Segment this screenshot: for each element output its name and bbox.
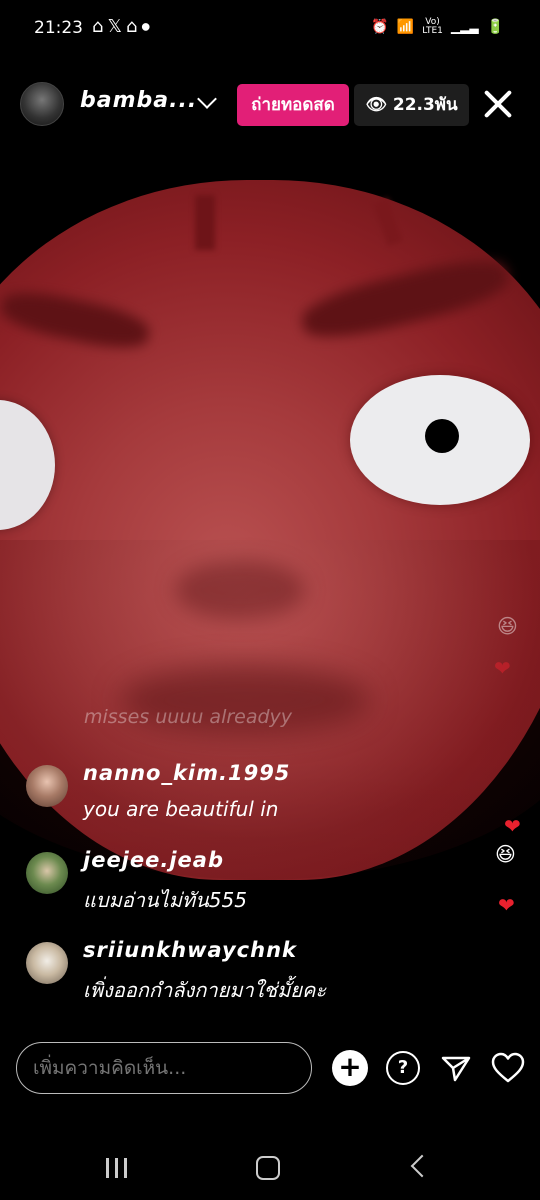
battery-charging-icon: 🔋 [486, 19, 504, 35]
chevron-down-icon[interactable] [197, 89, 217, 109]
wifi-icon: 📶 [396, 19, 415, 35]
home-icon: ⌂ [92, 16, 108, 37]
close-icon[interactable] [482, 88, 514, 120]
heart-icon: ❤ [504, 814, 521, 838]
comment-text: แบมอ่านไม่ทัน555 [83, 888, 247, 912]
laughing-emoji-icon: 😆 [495, 842, 516, 866]
viewer-count-badge[interactable]: 👁 22.3พัน [354, 84, 469, 126]
comment-username[interactable]: jeejee.jeab [83, 848, 224, 872]
system-icons: ⏰ 📶 Vo) LTE1 ▁▂▃ 🔋 [371, 18, 504, 36]
live-badge: ถ่ายทอดสด [237, 84, 349, 126]
system-nav-bar [0, 1140, 540, 1200]
comment-username[interactable]: sriiunkhwaychnk [83, 938, 297, 962]
avatar[interactable] [26, 852, 68, 894]
back-icon[interactable] [410, 1154, 434, 1178]
laughing-emoji-icon: 😆 [497, 614, 518, 638]
heart-icon: ❤ [498, 893, 515, 917]
home-button-icon[interactable] [256, 1156, 280, 1180]
question-icon[interactable]: ? [386, 1051, 420, 1085]
recent-apps-icon[interactable] [104, 1156, 130, 1180]
notification-icons: ⌂𝕏⌂● [92, 16, 154, 37]
bottom-bar: + ? [0, 1042, 540, 1098]
host-avatar[interactable] [20, 82, 64, 126]
comment-username[interactable]: nanno_kim.1995 [83, 761, 290, 785]
home-icon: ⌂ [125, 16, 142, 37]
x-icon: 𝕏 [107, 16, 126, 37]
volte-lte-icon: Vo) LTE1 [422, 17, 443, 36]
comment-item: nanno_kim.1995 you are beautiful in [26, 761, 486, 845]
heart-outline-icon[interactable] [490, 1050, 526, 1086]
comment-text: you are beautiful in [83, 797, 279, 821]
faded-comment: misses uuuu alreadyy [84, 706, 293, 728]
comment-input[interactable] [16, 1042, 312, 1094]
send-icon[interactable] [438, 1050, 474, 1086]
comment-text: เพิ่งออกกำลังกายมาใช่มั้ยคะ [83, 978, 327, 1002]
eye-icon: 👁 [365, 95, 387, 115]
comment-item: sriiunkhwaychnk เพิ่งออกกำลังกายมาใช่มั้… [26, 938, 486, 1022]
host-username[interactable]: bamba... [80, 88, 197, 113]
viewer-count: 22.3พัน [392, 95, 458, 115]
alarm-icon: ⏰ [371, 19, 389, 35]
avatar[interactable] [26, 765, 68, 807]
status-bar: 21:23 ⌂𝕏⌂● ⏰ 📶 Vo) LTE1 ▁▂▃ 🔋 [0, 0, 540, 58]
live-header: bamba... ถ่ายทอดสด 👁 22.3พัน [0, 82, 540, 128]
add-icon[interactable]: + [332, 1050, 368, 1086]
status-time: 21:23 [34, 18, 83, 38]
avatar[interactable] [26, 942, 68, 984]
comment-item: jeejee.jeab แบมอ่านไม่ทัน555 [26, 848, 486, 932]
signal-icon: ▁▂▃ [450, 20, 479, 34]
dot-icon: ● [141, 21, 155, 33]
heart-icon: ❤ [494, 656, 511, 680]
